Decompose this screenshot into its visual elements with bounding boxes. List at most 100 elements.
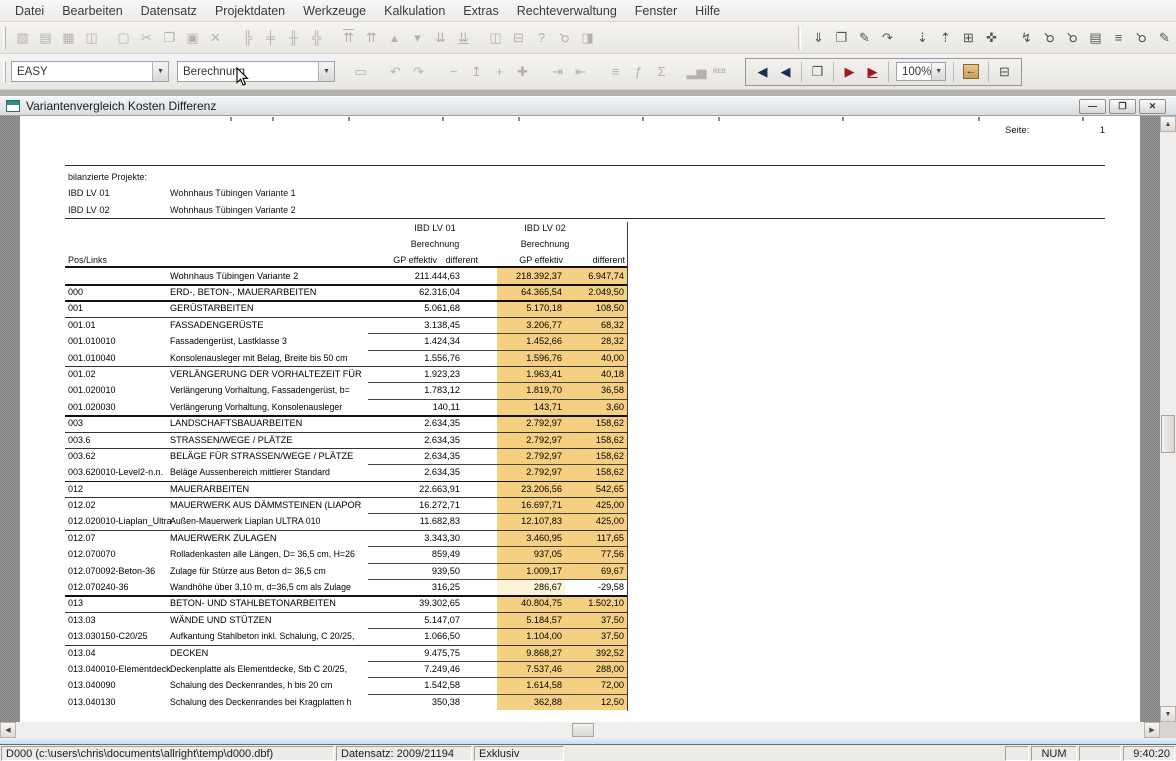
menu-item-werkzeuge[interactable]: Werkzeuge [294,2,375,20]
move-up-page-icon[interactable]: ⇈ [360,27,383,49]
main-toolbar-icons: ▨▤▦◫▢✂❐▣✕╠╪╫╬⇈⇈▴▾⇊⇊◫⊟?⚲◨⇓❐✎↷⇣⇡⊞✜↯⚲⚲▤≡⚲✎ [11,26,1176,50]
column-group-subtitle: Berechnung [475,238,615,251]
chart-icon[interactable]: ▂▅ [685,61,708,83]
cut-icon[interactable]: ✂ [135,27,158,49]
row-separator [368,628,627,629]
page-label: Seite: [1005,124,1029,137]
window-tile-icon[interactable]: ⊞ [957,27,980,49]
menu-item-rechteverwaltung[interactable]: Rechteverwaltung [508,2,626,20]
add-subposition-icon[interactable]: ✚ [511,61,534,83]
catalog-icon[interactable]: ◫ [80,27,103,49]
print-icon[interactable]: ⊟ [507,27,530,49]
move-down-page-icon[interactable]: ⇊ [429,27,452,49]
vertical-scroll-thumb[interactable] [1161,415,1175,453]
nav-prev-icon[interactable]: ◀ [774,61,797,83]
lv01-gp-value: 5.061,68 [350,300,460,316]
scroll-left-icon[interactable]: ◀ [0,722,16,738]
table-row: 1.963,4140,18001.02VERLÄNGERUNG DER VORH… [65,366,627,382]
scroll-up-icon[interactable]: ▲ [1160,116,1176,132]
pin-icon[interactable]: ✜ [980,27,1003,49]
toolbar-grip[interactable] [3,27,6,49]
lv02-gp-cell: 2.792,97 [497,415,565,431]
redo-icon[interactable]: ↷ [407,61,430,83]
menu-item-hilfe[interactable]: Hilfe [686,2,729,20]
move-down-icon[interactable]: ▾ [406,27,429,49]
variant-down-icon[interactable]: ⇣ [911,27,934,49]
restore-button[interactable]: ❐ [1109,99,1136,114]
view-combo[interactable]: EASY ▼ [11,61,169,82]
chevron-down-icon[interactable]: ▼ [318,62,334,81]
add-position-icon[interactable]: + [488,61,511,83]
zoom-combo[interactable]: 100% ▼ [896,62,946,81]
undo-icon[interactable]: ↶ [384,61,407,83]
demote-position-icon[interactable]: ⇥ [546,61,569,83]
edit-record-icon[interactable]: ✎ [853,27,876,49]
new-record-icon[interactable]: ▢ [112,27,135,49]
menu-item-projektdaten[interactable]: Projektdaten [206,2,294,20]
menu-item-fenster[interactable]: Fenster [626,2,686,20]
table-row: 16.697,71425,00012.02MAUERWERK AUS DÄMMS… [65,497,627,513]
insert-graphic-icon[interactable]: ▨ [11,27,34,49]
tree-insert-sub-icon[interactable]: ╪ [259,27,282,49]
nav-next-icon[interactable]: ▶ [838,61,861,83]
picture-icon[interactable]: ▦ [57,27,80,49]
lv02-gp-value: 16.697,71 [521,497,562,513]
remove-position-icon[interactable]: − [442,61,465,83]
promote-position-icon[interactable]: ⇤ [569,61,592,83]
forward-record-icon[interactable]: ↷ [876,27,899,49]
menu-item-extras[interactable]: Extras [454,2,507,20]
move-up-icon[interactable]: ▴ [383,27,406,49]
close-button[interactable]: ✕ [1139,99,1166,114]
copy-record-icon[interactable]: ❐ [830,27,853,49]
sum-icon[interactable]: Σ [650,61,673,83]
chevron-down-icon[interactable]: ▼ [152,62,168,81]
reb-icon[interactable]: REB [708,61,731,83]
tree-structure-icon[interactable]: ╬ [305,27,328,49]
move-first-icon[interactable]: ⇈ [337,27,360,49]
variant-up-icon[interactable]: ⇡ [934,27,957,49]
menu-item-kalkulation[interactable]: Kalkulation [375,2,454,20]
position-code: 003.620010-Level2-n.n. [68,464,163,480]
position-description: Außen-Mauerwerk Liaplan ULTRA 010 [170,513,320,529]
table-row: 218.392,376.947,74Wohnhaus Tübingen Vari… [65,268,627,284]
toolbar-grip[interactable] [3,61,6,83]
nav-first-icon[interactable]: ◀ [751,61,774,83]
copy-icon[interactable]: ❐ [158,27,181,49]
table-row: 362,8812,50013.040130Schalung des Decken… [65,694,627,710]
takeover-record-icon[interactable]: ⇓ [807,27,830,49]
horizontal-scroll-thumb[interactable] [572,723,594,737]
mode-combo[interactable]: Berechnung ▼ [177,61,335,82]
copy-report-icon[interactable]: ❐ [806,61,829,83]
menu-item-datei[interactable]: Datei [6,2,53,20]
formula-icon[interactable]: ƒ [627,61,650,83]
difference-value: 72,00 [601,677,624,693]
print-preview-area[interactable]: Seite: 1 bilanzierte Projekte: IBD LV 01… [0,116,1160,722]
lv01-gp-value: 939,50 [350,563,460,579]
lv02-gp-value: 1.104,00 [526,628,562,644]
insert-position-icon[interactable]: ↥ [465,61,488,83]
paste-icon[interactable]: ▣ [181,27,204,49]
print-report-icon[interactable]: ⊟ [993,61,1016,83]
project-name: Wohnhaus Tübingen Variante 2 [170,204,296,217]
position-description: Beläge Aussenbereich mittlerer Standard [170,464,330,480]
position-list-icon[interactable]: ≡ [604,61,627,83]
move-last-icon[interactable]: ⇊ [452,27,475,49]
menu-item-datensatz[interactable]: Datensatz [132,2,206,20]
open-folder-icon[interactable]: ▭ [349,61,372,83]
tree-insert-icon[interactable]: ╠ [236,27,259,49]
scroll-right-icon[interactable]: ▶ [1144,722,1160,738]
lv01-gp-value: 39.302,65 [350,595,460,611]
report-block-icon[interactable]: ▤ [34,27,57,49]
delete-icon[interactable]: ✕ [204,27,227,49]
scroll-down-icon[interactable]: ▼ [1160,706,1176,722]
minimize-button[interactable]: — [1079,99,1106,114]
difference-cell: 36,58 [565,382,627,398]
horizontal-scrollbar[interactable]: ◀ ▶ [0,722,1160,738]
table-row: 143,713,60001.020030Verlängerung Vorhalt… [65,399,627,415]
tree-change-icon[interactable]: ╫ [282,27,305,49]
chevron-down-icon[interactable]: ▼ [931,63,945,80]
menu-item-bearbeiten[interactable]: Bearbeiten [53,2,131,20]
print-preview-icon[interactable]: ◫ [484,27,507,49]
nav-last-icon[interactable]: ▶ [861,61,884,83]
close-preview-icon[interactable]: ← [963,64,979,79]
